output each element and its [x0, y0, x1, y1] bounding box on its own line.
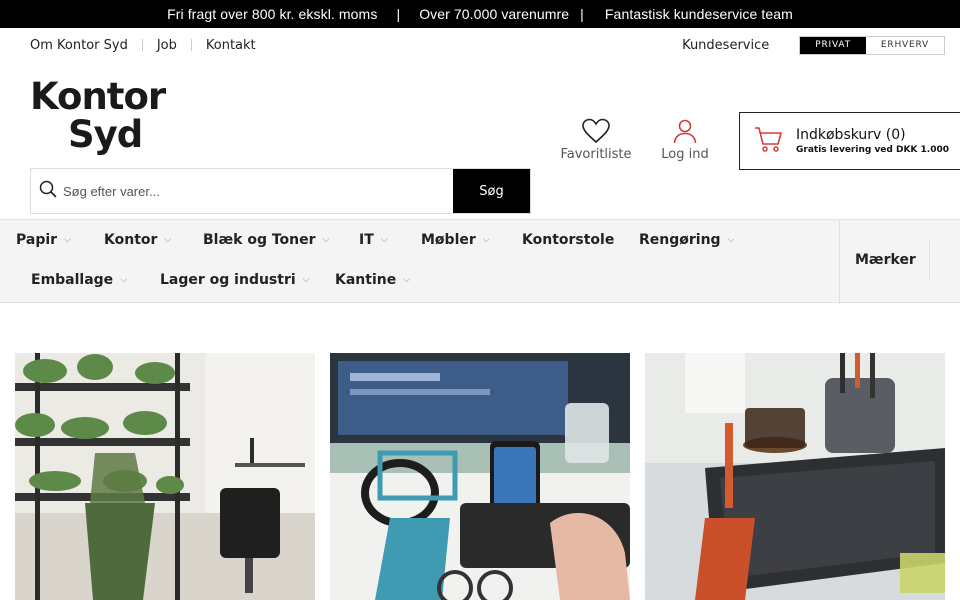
nav-divider: [839, 220, 840, 304]
nav-item-blaek-og-toner[interactable]: Blæk og Toner ⌵: [203, 232, 329, 248]
nav-item-label: Kontor: [104, 232, 158, 248]
logo-line-2: Syd: [68, 113, 143, 156]
nav-item-papir[interactable]: Papir ⌵: [16, 232, 71, 248]
chevron-down-icon: ⌵: [403, 275, 411, 285]
login-link[interactable]: Log ind: [650, 118, 720, 162]
divider: [190, 39, 192, 51]
office-supplies-image: [645, 353, 945, 600]
category-tile-supplies[interactable]: [645, 353, 945, 600]
logo-line-1: Kontor: [30, 75, 166, 118]
search-bar: Søg: [30, 168, 531, 214]
announcement-separator: |: [580, 6, 584, 22]
search-field: [31, 169, 453, 213]
chevron-down-icon: ⌵: [302, 275, 310, 285]
nav-divider: [929, 240, 930, 280]
cart-subtitle: Gratis levering ved DKK 1.000: [796, 145, 950, 155]
nav-item-kontor[interactable]: Kontor ⌵: [104, 232, 171, 248]
chevron-down-icon: ⌵: [164, 235, 172, 245]
chevron-down-icon: ⌵: [322, 235, 330, 245]
utility-bar: Om Kontor Syd Job Kontakt Kundeservice P…: [30, 28, 945, 62]
favorites-label: Favoritliste: [560, 147, 632, 162]
customer-type-toggle: PRIVAT ERHVERV: [799, 35, 945, 55]
furniture-image: [15, 353, 315, 600]
heart-icon: [556, 118, 636, 144]
category-tile-it[interactable]: [330, 353, 630, 600]
it-equipment-image: [330, 353, 630, 600]
announcement-bar: Fri fragt over 800 kr. ekskl. moms | Ove…: [0, 0, 960, 28]
nav-item-lager-og-industri[interactable]: Lager og industri ⌵: [160, 272, 310, 288]
cart-text: Indkøbskurv (0) Gratis levering ved DKK …: [796, 127, 949, 155]
announcement-item-count: Over 70.000 varenumre: [419, 6, 570, 22]
nav-item-label: Emballage: [31, 272, 114, 288]
category-tile-furniture[interactable]: [15, 353, 315, 600]
nav-item-kontorstole[interactable]: Kontorstole: [522, 232, 614, 248]
chevron-down-icon: ⌵: [380, 235, 388, 245]
segment-private[interactable]: PRIVAT: [800, 36, 866, 54]
nav-item-label: Lager og industri: [160, 272, 296, 288]
nav-item-label: Rengøring: [639, 232, 721, 248]
chevron-down-icon: ⌵: [120, 275, 128, 285]
nav-item-emballage[interactable]: Emballage ⌵: [31, 272, 127, 288]
nav-item-label: Kantine: [335, 272, 397, 288]
cart-button[interactable]: Indkøbskurv (0) Gratis levering ved DKK …: [739, 112, 960, 170]
utility-links: Om Kontor Syd Job Kontakt: [30, 38, 256, 53]
chevron-down-icon: ⌵: [64, 235, 71, 245]
link-contact[interactable]: Kontakt: [206, 38, 256, 53]
nav-item-rengoring[interactable]: Rengøring ⌵: [639, 232, 734, 248]
chevron-down-icon: ⌵: [482, 235, 490, 245]
nav-item-label: IT: [359, 232, 374, 248]
divider: [141, 39, 143, 51]
announcement-separator: |: [396, 6, 401, 22]
segment-business[interactable]: ERHVERV: [865, 36, 944, 54]
customer-service-link[interactable]: Kundeservice: [682, 38, 769, 53]
chevron-down-icon: ⌵: [727, 235, 735, 245]
favorites-link[interactable]: Favoritliste: [556, 118, 636, 162]
link-jobs[interactable]: Job: [157, 38, 177, 53]
user-icon: [650, 118, 720, 144]
search-icon: [39, 180, 57, 202]
nav-item-label: Kontorstole: [522, 232, 615, 248]
search-input[interactable]: [63, 183, 423, 199]
login-label: Log ind: [661, 147, 709, 162]
nav-item-mobler[interactable]: Møbler ⌵: [421, 232, 490, 248]
nav-item-label: Papir: [16, 232, 58, 248]
announcement-customer-service: Fantastisk kundeservice team: [604, 6, 793, 22]
nav-item-label: Mærker: [855, 252, 916, 268]
nav-item-label: Blæk og Toner: [203, 232, 316, 248]
cart-icon: [754, 125, 784, 157]
nav-item-brands[interactable]: Mærker: [855, 252, 916, 268]
nav-item-kantine[interactable]: Kantine ⌵: [335, 272, 410, 288]
cart-title: Indkøbskurv (0): [796, 127, 906, 143]
main-navigation: Papir ⌵ Kontor ⌵ Blæk og Toner ⌵ IT ⌵ Møbler…: [0, 219, 960, 304]
logo[interactable]: Kontor Syd: [30, 76, 182, 160]
nav-item-it[interactable]: IT ⌵: [359, 232, 388, 248]
link-about[interactable]: Om Kontor Syd: [30, 38, 128, 53]
utility-right: Kundeservice PRIVAT ERHVERV: [682, 35, 945, 55]
announcement-free-shipping: Fri fragt over 800 kr. ekskl. moms: [167, 6, 378, 22]
search-button[interactable]: Søg: [453, 169, 530, 213]
nav-item-label: Møbler: [421, 232, 476, 248]
